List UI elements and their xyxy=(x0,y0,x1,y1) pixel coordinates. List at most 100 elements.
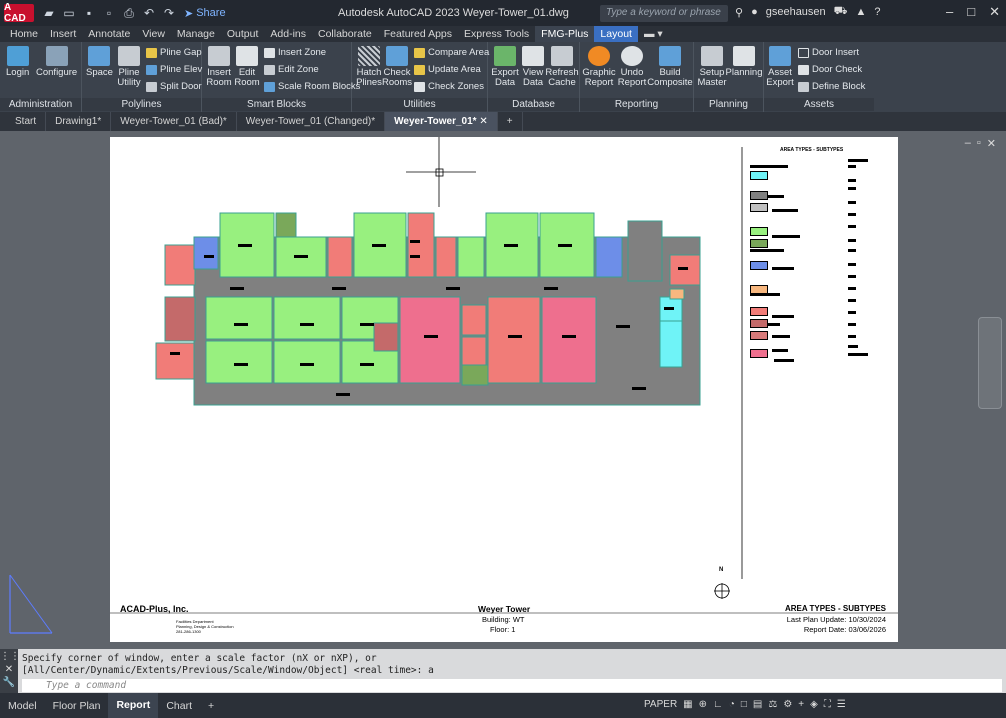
pline-elev-button[interactable]: Pline Elev xyxy=(146,64,202,75)
tab-collaborate[interactable]: Collaborate xyxy=(312,26,378,42)
edit-zone-button[interactable]: Edit Zone xyxy=(264,64,319,75)
snap-icon[interactable]: ⊕ xyxy=(699,699,707,710)
paper-sheet[interactable]: AREA TYPES - SUBTYPES ACAD-Plus, Inc. Fa… xyxy=(110,137,898,642)
check-zones-button[interactable]: Check Zones xyxy=(414,81,484,92)
osnap-icon[interactable]: □ xyxy=(741,699,747,710)
planning-button[interactable]: Planning xyxy=(726,46,763,78)
tab-output[interactable]: Output xyxy=(221,26,265,42)
annotation-scale-icon[interactable]: ⚖ xyxy=(768,699,777,710)
layout-tab-model[interactable]: Model xyxy=(0,700,45,712)
graphic-report-button[interactable]: Graphic Report xyxy=(582,46,616,88)
compare-area-button[interactable]: Compare Area xyxy=(414,47,489,58)
hatch-plines-button[interactable]: Hatch Plines xyxy=(356,46,382,88)
insert-zone-button[interactable]: Insert Zone xyxy=(264,47,326,58)
save-icon[interactable]: ▪ xyxy=(82,6,96,20)
ortho-icon[interactable]: ∟ xyxy=(713,699,723,710)
settings-icon[interactable]: ⚙ xyxy=(783,699,792,710)
file-tab-start[interactable]: Start xyxy=(6,112,47,131)
restore-viewport-icon[interactable]: ▫ xyxy=(977,137,981,150)
user-icon[interactable]: ● xyxy=(751,6,758,18)
build-composite-button[interactable]: Build Composite xyxy=(647,46,693,88)
group-label[interactable]: Polylines xyxy=(82,98,201,111)
define-block-button[interactable]: Define Block xyxy=(798,81,865,92)
tab-annotate[interactable]: Annotate xyxy=(82,26,136,42)
tab-fmg-plus[interactable]: FMG-Plus xyxy=(535,26,595,42)
group-label[interactable]: Planning xyxy=(694,98,763,111)
plus-icon[interactable]: + xyxy=(798,699,804,710)
door-insert-button[interactable]: Door Insert xyxy=(798,47,859,58)
tab-insert[interactable]: Insert xyxy=(44,26,82,42)
group-label[interactable]: Utilities xyxy=(352,98,487,111)
group-label[interactable]: Assets xyxy=(764,98,874,111)
layout-tab-chart[interactable]: Chart xyxy=(158,700,200,712)
new-file-icon[interactable]: ▭ xyxy=(62,6,76,20)
grip-icon[interactable]: ⋮⋮ xyxy=(0,651,20,662)
app-menu-button[interactable]: A CAD xyxy=(4,2,34,24)
plot-icon[interactable]: ⎙ xyxy=(122,6,136,20)
refresh-cache-button[interactable]: Refresh Cache xyxy=(545,46,579,88)
tab-view[interactable]: View xyxy=(136,26,171,42)
grid-icon[interactable]: ▦ xyxy=(683,699,692,710)
insert-room-button[interactable]: Insert Room xyxy=(206,46,232,88)
paper-space-toggle[interactable]: PAPER xyxy=(644,699,677,710)
check-rooms-button[interactable]: Check Rooms xyxy=(382,46,412,88)
export-data-button[interactable]: Export Data xyxy=(491,46,519,88)
door-check-button[interactable]: Door Check xyxy=(798,64,862,75)
search-icon[interactable]: ⚲ xyxy=(735,6,743,19)
tab-express-tools[interactable]: Express Tools xyxy=(458,26,535,42)
tab-featured-apps[interactable]: Featured Apps xyxy=(378,26,458,42)
redo-icon[interactable]: ↷ xyxy=(162,6,176,20)
view-data-button[interactable]: View Data xyxy=(520,46,546,88)
share-button[interactable]: ➤ Share xyxy=(184,7,226,20)
command-input[interactable]: Type a command xyxy=(22,679,1002,692)
maximize-icon[interactable]: □ xyxy=(967,4,975,20)
fullscreen-icon[interactable]: ⛶ xyxy=(824,699,831,710)
pline-gap-button[interactable]: Pline Gap xyxy=(146,47,202,58)
undo-report-button[interactable]: Undo Report xyxy=(618,46,646,88)
save-as-icon[interactable]: ▫ xyxy=(102,6,116,20)
tab-add-ins[interactable]: Add-ins xyxy=(264,26,312,42)
configure-button[interactable]: Configure xyxy=(36,46,77,78)
user-name[interactable]: gseehausen xyxy=(766,6,826,18)
file-tab-bad[interactable]: Weyer-Tower_01 (Bad)* xyxy=(111,112,237,131)
help-icon[interactable]: ? xyxy=(874,6,880,18)
minimize-icon[interactable]: – xyxy=(946,4,953,20)
group-label[interactable]: Smart Blocks xyxy=(202,98,351,111)
minimize-viewport-icon[interactable]: – xyxy=(965,137,971,150)
open-folder-icon[interactable]: ▰ xyxy=(42,6,56,20)
autodesk-icon[interactable]: ▲ xyxy=(856,6,867,18)
add-layout-button[interactable]: + xyxy=(200,700,222,712)
layout-tab-report[interactable]: Report xyxy=(108,693,159,718)
file-tab-active[interactable]: Weyer-Tower_01* ✕ xyxy=(385,112,498,131)
tab-manage[interactable]: Manage xyxy=(171,26,221,42)
close-viewport-icon[interactable]: ✕ xyxy=(987,137,996,150)
group-label[interactable]: Database xyxy=(488,98,579,111)
file-tab-drawing1[interactable]: Drawing1* xyxy=(46,112,112,131)
edit-room-button[interactable]: Edit Room xyxy=(234,46,260,88)
tab-layout[interactable]: Layout xyxy=(594,26,638,42)
split-door-button[interactable]: Split Door xyxy=(146,81,202,92)
space-button[interactable]: Space xyxy=(86,46,113,78)
navigation-bar[interactable] xyxy=(978,317,1002,409)
lineweight-icon[interactable]: ▤ xyxy=(753,699,762,710)
new-tab-button[interactable]: + xyxy=(498,112,523,131)
cart-icon[interactable]: ⛟ xyxy=(834,5,848,19)
undo-icon[interactable]: ↶ xyxy=(142,6,156,20)
customize-icon[interactable]: ☰ xyxy=(837,699,846,710)
group-label[interactable]: Reporting xyxy=(580,98,693,111)
scale-room-blocks-button[interactable]: Scale Room Blocks xyxy=(264,81,360,92)
close-tab-icon[interactable]: ✕ xyxy=(479,116,487,127)
file-tab-changed[interactable]: Weyer-Tower_01 (Changed)* xyxy=(237,112,386,131)
drawing-canvas[interactable]: AREA TYPES - SUBTYPES ACAD-Plus, Inc. Fa… xyxy=(0,131,1006,649)
update-area-button[interactable]: Update Area xyxy=(414,64,481,75)
group-label[interactable]: Administration xyxy=(0,98,81,111)
polar-icon[interactable]: ◔ xyxy=(729,699,735,710)
setup-master-button[interactable]: Setup Master xyxy=(697,46,727,88)
asset-export-button[interactable]: Asset Export xyxy=(766,46,794,88)
isolate-icon[interactable]: ◈ xyxy=(810,699,818,710)
layout-tab-floor-plan[interactable]: Floor Plan xyxy=(45,700,109,712)
search-input[interactable]: Type a keyword or phrase xyxy=(600,5,728,22)
close-icon[interactable]: ✕ xyxy=(989,4,1000,20)
ribbon-options-icon[interactable]: ▬ ▾ xyxy=(638,26,669,42)
login-button[interactable]: Login xyxy=(6,46,29,78)
